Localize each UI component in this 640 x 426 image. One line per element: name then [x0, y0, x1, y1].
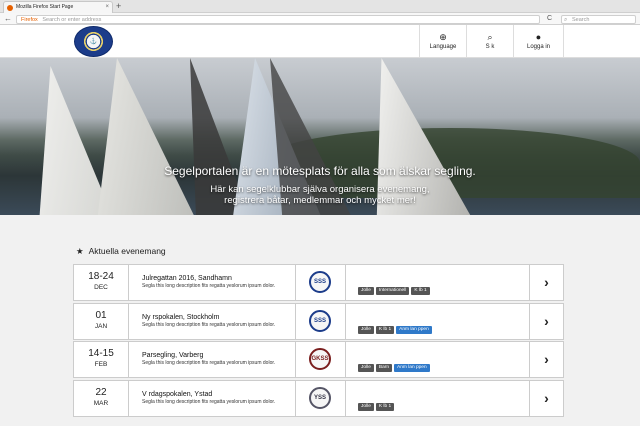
- event-tag: Jolle: [358, 325, 374, 334]
- event-date: 22 MAR: [74, 380, 129, 416]
- hero-banner: Segelportalen är en mötesplats för alla …: [0, 58, 640, 215]
- event-club: GKSS: [296, 342, 346, 377]
- event-title[interactable]: V rdagspokalen, Ystad: [142, 390, 295, 399]
- event-tag: K lb 1: [411, 287, 430, 295]
- hero-subtitle-2: registrera båtar, medlemmar och mycket m…: [224, 195, 416, 206]
- event-tag: Jolle: [358, 402, 374, 411]
- browser-toolbar: ← Firefox Search or enter address C ⌕ Se…: [0, 13, 640, 25]
- event-row[interactable]: 14-15 FEB Parsegling, Varberg Segla this…: [73, 341, 564, 378]
- event-description: Segla this long description fits regatta…: [142, 360, 276, 366]
- event-day: 01: [95, 309, 107, 321]
- event-month: MAR: [93, 399, 109, 407]
- search-placeholder: Search: [572, 17, 590, 23]
- event-row[interactable]: 01 JAN Ny rspokalen, Stockholm Segla thi…: [73, 302, 564, 340]
- firefox-icon: [7, 5, 13, 11]
- event-tags: Jolle Barn Anm lan ppen: [346, 342, 530, 377]
- search-button[interactable]: ⌕ S k: [466, 25, 513, 58]
- club-badge-icon: GKSS: [309, 348, 331, 370]
- event-tags: Jolle K lb 1 Anm lan ppen: [346, 303, 530, 339]
- event-club: YSS: [296, 380, 346, 416]
- search-label: S k: [485, 44, 495, 50]
- event-tag: Jolle: [358, 287, 374, 295]
- user-icon: ●: [535, 32, 542, 42]
- search-input[interactable]: ⌕ Search: [561, 15, 636, 24]
- search-icon: ⌕: [564, 17, 568, 23]
- event-tag: Internationell: [375, 287, 410, 295]
- back-icon[interactable]: ←: [4, 13, 12, 25]
- site-header: ⚓ ⊕ Language ⌕ S k ● Logga in: [0, 25, 640, 58]
- events-heading-label: Aktuella evenemang: [88, 246, 166, 256]
- club-badge-icon: SSS: [309, 271, 331, 293]
- tab-title: Mozilla Firefox Start Page: [16, 4, 74, 10]
- event-info: Ny rspokalen, Stockholm Segla this long …: [129, 303, 296, 339]
- event-info: V rdagspokalen, Ystad Segla this long de…: [129, 380, 296, 416]
- event-day: 14-15: [88, 348, 114, 359]
- event-tag-open: Anm lan ppen: [396, 325, 432, 334]
- browser-tab-bar: Mozilla Firefox Start Page × +: [0, 0, 640, 13]
- url-placeholder: Search or enter address: [42, 17, 102, 23]
- new-tab-button[interactable]: +: [116, 0, 121, 12]
- logo-emblem: ⚓: [89, 39, 98, 45]
- club-badge-icon: SSS: [309, 309, 331, 332]
- event-tag: K lb 1: [375, 402, 395, 411]
- star-icon: ★: [76, 246, 84, 256]
- event-month: JAN: [94, 322, 108, 330]
- event-month: DEC: [94, 284, 108, 291]
- hero-text: Segelportalen är en mötesplats för alla …: [0, 164, 640, 206]
- event-date: 01 JAN: [74, 303, 129, 339]
- browser-tab[interactable]: Mozilla Firefox Start Page ×: [3, 1, 113, 13]
- globe-icon: ⊕: [439, 32, 447, 42]
- login-button[interactable]: ● Logga in: [513, 25, 564, 58]
- club-logo[interactable]: ⚓: [74, 26, 113, 57]
- event-tag-open: Anm lan ppen: [394, 364, 430, 372]
- event-description: Segla this long description fits regatta…: [142, 321, 276, 328]
- chevron-right-icon[interactable]: ›: [530, 265, 563, 300]
- event-title[interactable]: Julregattan 2016, Sandhamn: [142, 274, 295, 283]
- reload-icon[interactable]: C: [547, 13, 552, 25]
- event-title[interactable]: Ny rspokalen, Stockholm: [142, 313, 295, 322]
- event-row[interactable]: 18-24 DEC Julregattan 2016, Sandhamn Seg…: [73, 264, 564, 301]
- header-nav: ⊕ Language ⌕ S k ● Logga in: [419, 25, 564, 58]
- url-brand: Firefox: [21, 17, 38, 23]
- event-day: 22: [95, 386, 107, 398]
- hero-title: Segelportalen är en mötesplats för alla …: [164, 164, 476, 178]
- event-club: SSS: [296, 303, 346, 339]
- language-button[interactable]: ⊕ Language: [419, 25, 466, 58]
- events-heading: ★ Aktuella evenemang: [76, 246, 166, 257]
- event-tag: Barn: [375, 364, 393, 372]
- event-date: 14-15 FEB: [74, 342, 129, 377]
- event-row[interactable]: 22 MAR V rdagspokalen, Ystad Segla this …: [73, 379, 564, 417]
- chevron-right-icon[interactable]: ›: [530, 304, 563, 339]
- event-tags: Jolle Internationell K lb 1: [346, 265, 530, 300]
- event-description: Segla this long description fits regatta…: [142, 283, 276, 289]
- hero-subtitle-1: Här kan segelklubbar själva organisera e…: [210, 184, 430, 195]
- event-day: 18-24: [88, 271, 114, 282]
- language-label: Language: [429, 44, 457, 50]
- url-bar[interactable]: Firefox Search or enter address: [16, 15, 540, 24]
- chevron-right-icon[interactable]: ›: [530, 381, 563, 416]
- login-label: Logga in: [526, 44, 551, 50]
- event-club: SSS: [296, 265, 346, 300]
- event-info: Julregattan 2016, Sandhamn Segla this lo…: [129, 265, 296, 300]
- event-month: FEB: [94, 361, 108, 368]
- chevron-right-icon[interactable]: ›: [530, 342, 563, 377]
- event-tag: K lb 1: [375, 325, 395, 334]
- event-date: 18-24 DEC: [74, 265, 129, 300]
- club-badge-icon: YSS: [309, 386, 331, 409]
- event-list: 18-24 DEC Julregattan 2016, Sandhamn Seg…: [73, 264, 564, 418]
- event-description: Segla this long description fits regatta…: [142, 398, 276, 405]
- event-info: Parsegling, Varberg Segla this long desc…: [129, 342, 296, 377]
- event-tags: Jolle K lb 1: [346, 380, 530, 416]
- event-title[interactable]: Parsegling, Varberg: [142, 351, 295, 360]
- close-icon[interactable]: ×: [105, 2, 109, 13]
- search-icon: ⌕: [487, 32, 493, 42]
- event-tag: Jolle: [358, 364, 374, 372]
